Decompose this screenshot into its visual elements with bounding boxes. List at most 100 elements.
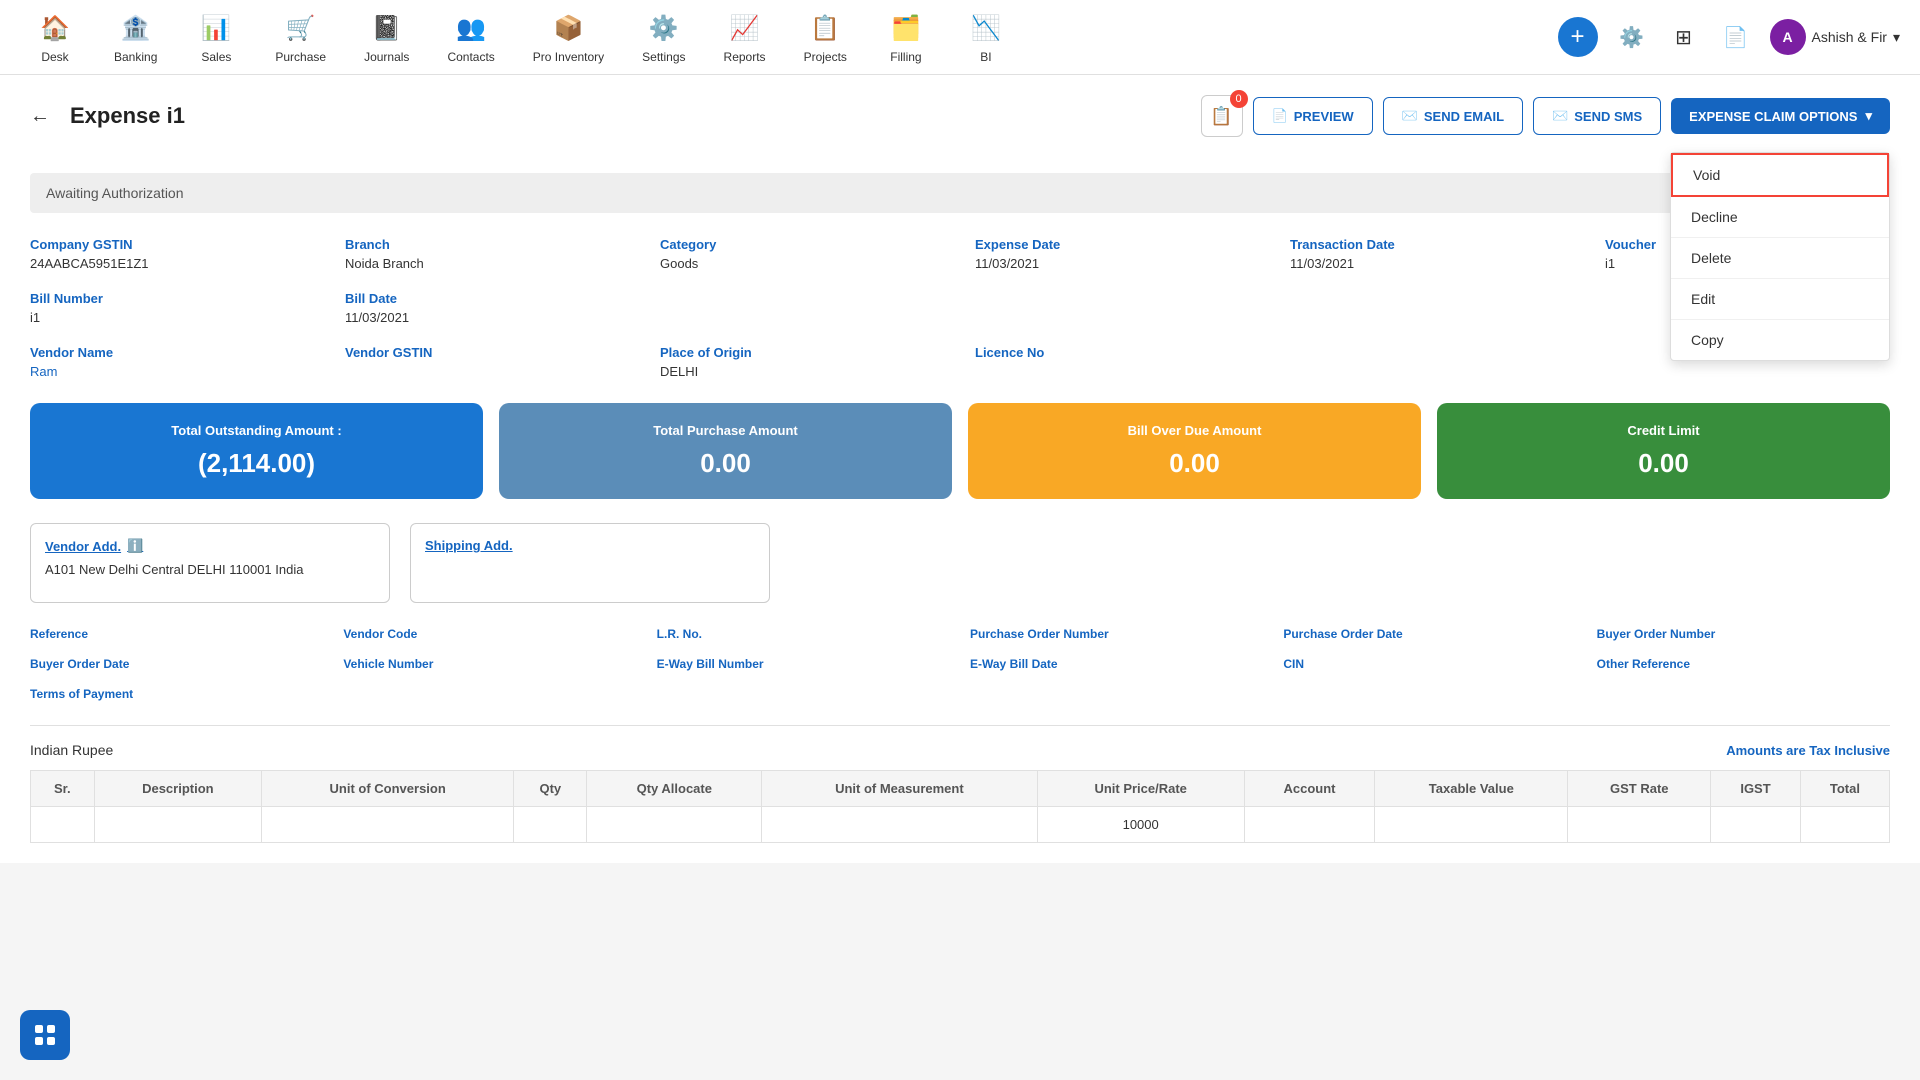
nav-label-settings: Settings <box>642 50 685 64</box>
col-qty: Qty <box>514 771 587 807</box>
preview-icon: 📄 <box>1272 108 1288 124</box>
nav-label-journals: Journals <box>364 50 409 64</box>
back-button[interactable]: ← <box>30 105 50 128</box>
preview-button[interactable]: 📄 PREVIEW <box>1253 97 1373 135</box>
nav-label-banking: Banking <box>114 50 157 64</box>
sms-icon: ✉️ <box>1552 108 1568 124</box>
table-body: 10000 <box>31 807 1890 843</box>
nav-label-contacts: Contacts <box>447 50 494 64</box>
field-l.r.-no.: L.R. No. <box>657 627 950 641</box>
bell-icon: 📋 <box>1210 106 1232 127</box>
tax-inclusive-label: Amounts are Tax Inclusive <box>1726 743 1890 758</box>
page-header: ← Expense i1 📋 0 📄 PREVIEW ✉️ SEND EMAIL… <box>30 95 1890 153</box>
nav-label-bi: BI <box>980 50 991 64</box>
currency-row: Indian Rupee Amounts are Tax Inclusive <box>30 742 1890 758</box>
shipping-address-link[interactable]: Shipping Add. <box>425 538 755 553</box>
nav-icon-filling: 🗂️ <box>888 10 924 46</box>
field-terms-of-payment: Terms of Payment <box>30 687 637 701</box>
company-gstin-field: Company GSTIN 24AABCA5951E1Z1 <box>30 237 315 271</box>
branch-field: Branch Noida Branch <box>345 237 630 271</box>
detail-row-3: Terms of Payment <box>30 687 1890 701</box>
grid-icon[interactable]: ⊞ <box>1666 19 1702 55</box>
nav-item-contacts[interactable]: 👥 Contacts <box>433 2 508 72</box>
category-field: Category Goods <box>660 237 945 271</box>
user-label: Ashish & Fir <box>1812 29 1887 45</box>
main-content: ← Expense i1 📋 0 📄 PREVIEW ✉️ SEND EMAIL… <box>0 75 1920 863</box>
vendor-address-link[interactable]: Vendor Add. ℹ️ <box>45 538 375 554</box>
nav-item-filling[interactable]: 🗂️ Filling <box>871 2 941 72</box>
vendor-gstin-field: Vendor GSTIN <box>345 345 630 379</box>
table-header-row: Sr.DescriptionUnit of ConversionQtyQty A… <box>31 771 1890 807</box>
nav-item-pro_inventory[interactable]: 📦 Pro Inventory <box>519 2 618 72</box>
nav-item-journals[interactable]: 📓 Journals <box>350 2 423 72</box>
settings-icon[interactable]: ⚙️ <box>1614 19 1650 55</box>
purchase-card: Total Purchase Amount 0.00 <box>499 403 952 499</box>
user-menu[interactable]: A Ashish & Fir ▾ <box>1770 19 1901 55</box>
notification-button[interactable]: 📋 0 <box>1201 95 1243 137</box>
app-grid-button[interactable] <box>20 1010 70 1060</box>
nav-label-reports: Reports <box>724 50 766 64</box>
field-e-way-bill-number: E-Way Bill Number <box>657 657 950 671</box>
chevron-down-icon: ▾ <box>1865 108 1872 124</box>
col-description: Description <box>94 771 261 807</box>
field-e-way-bill-date: E-Way Bill Date <box>970 657 1263 671</box>
nav-item-desk[interactable]: 🏠 Desk <box>20 2 90 72</box>
col-account: Account <box>1244 771 1375 807</box>
expense-claim-dropdown: VoidDeclineDeleteEditCopy <box>1670 152 1890 361</box>
nav-item-purchase[interactable]: 🛒 Purchase <box>261 2 340 72</box>
send-email-button[interactable]: ✉️ SEND EMAIL <box>1383 97 1523 135</box>
nav-item-banking[interactable]: 🏦 Banking <box>100 2 171 72</box>
field-other-reference: Other Reference <box>1597 657 1890 671</box>
dropdown-item-decline[interactable]: Decline <box>1671 197 1889 238</box>
dropdown-item-void[interactable]: Void <box>1671 153 1889 197</box>
col-unit-of-conversion: Unit of Conversion <box>262 771 514 807</box>
field-purchase-order-number: Purchase Order Number <box>970 627 1263 641</box>
nav-icon-pro_inventory: 📦 <box>550 10 586 46</box>
field-buyer-order-date: Buyer Order Date <box>30 657 323 671</box>
summary-cards: Total Outstanding Amount : (2,114.00) To… <box>30 403 1890 499</box>
field-purchase-order-date: Purchase Order Date <box>1283 627 1576 641</box>
nav-item-sales[interactable]: 📊 Sales <box>181 2 251 72</box>
dropdown-item-delete[interactable]: Delete <box>1671 238 1889 279</box>
col-unit-price/rate: Unit Price/Rate <box>1037 771 1244 807</box>
address-row: Vendor Add. ℹ️ A101 New Delhi Central DE… <box>30 523 1890 603</box>
nav-item-reports[interactable]: 📈 Reports <box>710 2 780 72</box>
nav-right: + ⚙️ ⊞ 📄 A Ashish & Fir ▾ <box>1558 17 1901 57</box>
email-icon: ✉️ <box>1402 108 1418 124</box>
nav-label-filling: Filling <box>890 50 921 64</box>
form-row-2: Bill Number i1 Bill Date 11/03/2021 <box>30 291 1890 325</box>
col-igst: IGST <box>1711 771 1801 807</box>
field-reference: Reference <box>30 627 323 641</box>
vendor-address-value: A101 New Delhi Central DELHI 110001 Indi… <box>45 562 375 577</box>
col-unit-of-measurement: Unit of Measurement <box>762 771 1037 807</box>
nav-item-projects[interactable]: 📋 Projects <box>790 2 861 72</box>
table-row: 10000 <box>31 807 1890 843</box>
info-icon: ℹ️ <box>127 538 143 554</box>
line-items-table: Sr.DescriptionUnit of ConversionQtyQty A… <box>30 770 1890 843</box>
add-button[interactable]: + <box>1558 17 1598 57</box>
outstanding-card: Total Outstanding Amount : (2,114.00) <box>30 403 483 499</box>
dropdown-item-copy[interactable]: Copy <box>1671 320 1889 360</box>
col-gst-rate: GST Rate <box>1568 771 1711 807</box>
transaction-date-field: Transaction Date 11/03/2021 <box>1290 237 1575 271</box>
field-cin: CIN <box>1283 657 1576 671</box>
dropdown-item-edit[interactable]: Edit <box>1671 279 1889 320</box>
form-row-3: Vendor Name Ram Vendor GSTIN Place of Or… <box>30 345 1890 379</box>
expense-claim-button[interactable]: EXPENSE CLAIM OPTIONS ▾ <box>1671 98 1890 134</box>
nav-items: 🏠 Desk 🏦 Banking 📊 Sales 🛒 Purchase 📓 Jo… <box>20 2 1558 72</box>
bill-date-field: Bill Date 11/03/2021 <box>345 291 630 325</box>
send-sms-button[interactable]: ✉️ SEND SMS <box>1533 97 1661 135</box>
nav-item-settings[interactable]: ⚙️ Settings <box>628 2 699 72</box>
detail-row-2: Buyer Order DateVehicle NumberE-Way Bill… <box>30 657 1890 671</box>
vendor-address-box: Vendor Add. ℹ️ A101 New Delhi Central DE… <box>30 523 390 603</box>
document-icon[interactable]: 📄 <box>1718 19 1754 55</box>
nav-item-bi[interactable]: 📉 BI <box>951 2 1021 72</box>
nav-label-sales: Sales <box>201 50 231 64</box>
nav-icon-desk: 🏠 <box>37 10 73 46</box>
page-title: Expense i1 <box>70 103 185 129</box>
credit-card: Credit Limit 0.00 <box>1437 403 1890 499</box>
field-vendor-code: Vendor Code <box>343 627 636 641</box>
nav-icon-banking: 🏦 <box>118 10 154 46</box>
overdue-card: Bill Over Due Amount 0.00 <box>968 403 1421 499</box>
currency-label: Indian Rupee <box>30 742 113 758</box>
